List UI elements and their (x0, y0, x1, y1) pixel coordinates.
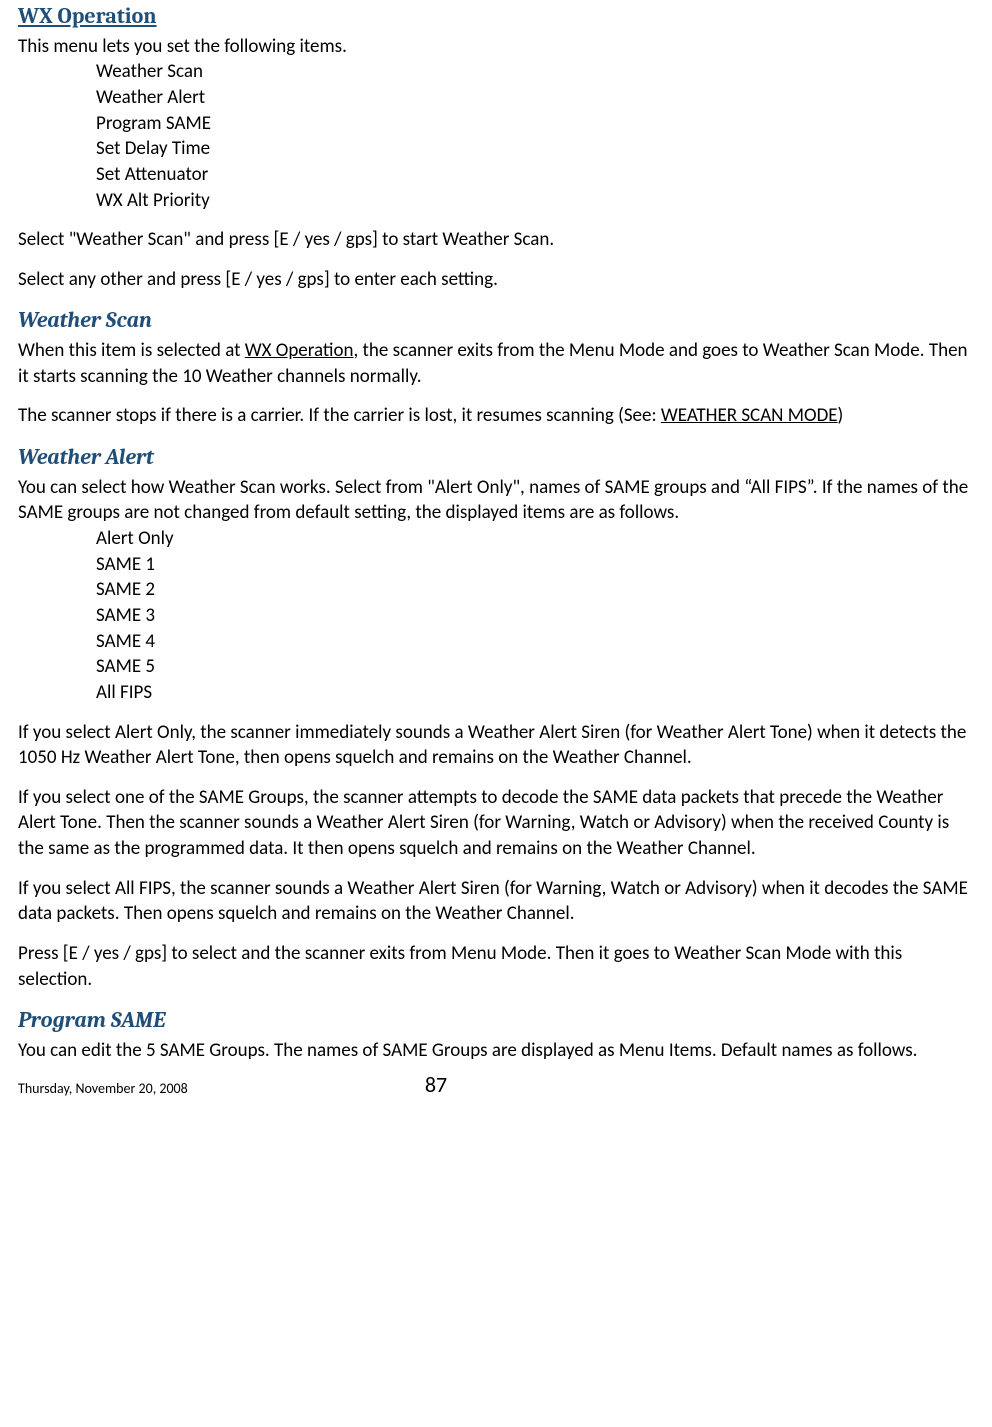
list-item: WX Alt Priority (96, 188, 974, 214)
list-item: Set Delay Time (96, 136, 974, 162)
list-item: SAME 2 (96, 577, 974, 603)
paragraph: This menu lets you set the following ite… (18, 34, 974, 60)
list-item: SAME 4 (96, 629, 974, 655)
page-number: 87 (425, 1071, 447, 1098)
paragraph: The scanner stops if there is a carrier.… (18, 403, 974, 429)
page-footer: Thursday, November 20, 2008 87 (18, 1070, 974, 1100)
menu-item-list: Weather Scan Weather Alert Program SAME … (96, 59, 974, 213)
list-item: SAME 3 (96, 603, 974, 629)
text: When this item is selected at (18, 339, 245, 362)
paragraph: Select "Weather Scan" and press [E / yes… (18, 227, 974, 253)
link-text: WEATHER SCAN MODE (661, 404, 838, 427)
text: ) (838, 404, 844, 427)
paragraph: When this item is selected at WX Operati… (18, 338, 974, 389)
subsection-heading-weather-alert: Weather Alert (18, 443, 974, 473)
link-text: WX Operation (245, 339, 354, 362)
subsection-heading-weather-scan: Weather Scan (18, 306, 974, 336)
menu-item-list: Alert Only SAME 1 SAME 2 SAME 3 SAME 4 S… (96, 526, 974, 705)
list-item: SAME 1 (96, 552, 974, 578)
paragraph: You can edit the 5 SAME Groups. The name… (18, 1038, 974, 1064)
paragraph: Select any other and press [E / yes / gp… (18, 267, 974, 293)
text: The scanner stops if there is a carrier.… (18, 404, 661, 427)
paragraph: You can select how Weather Scan works. S… (18, 475, 974, 526)
list-item: Weather Scan (96, 59, 974, 85)
paragraph: If you select Alert Only, the scanner im… (18, 720, 974, 771)
subsection-heading-program-same: Program SAME (18, 1006, 974, 1036)
list-item: Set Attenuator (96, 162, 974, 188)
paragraph: Press [E / yes / gps] to select and the … (18, 941, 974, 992)
section-heading-wx-operation: WX Operation (18, 2, 974, 32)
list-item: SAME 5 (96, 654, 974, 680)
list-item: Alert Only (96, 526, 974, 552)
footer-date: Thursday, November 20, 2008 (18, 1080, 337, 1099)
list-item: Program SAME (96, 111, 974, 137)
list-item: All FIPS (96, 680, 974, 706)
paragraph: If you select one of the SAME Groups, th… (18, 785, 974, 862)
paragraph: If you select All FIPS, the scanner soun… (18, 876, 974, 927)
list-item: Weather Alert (96, 85, 974, 111)
